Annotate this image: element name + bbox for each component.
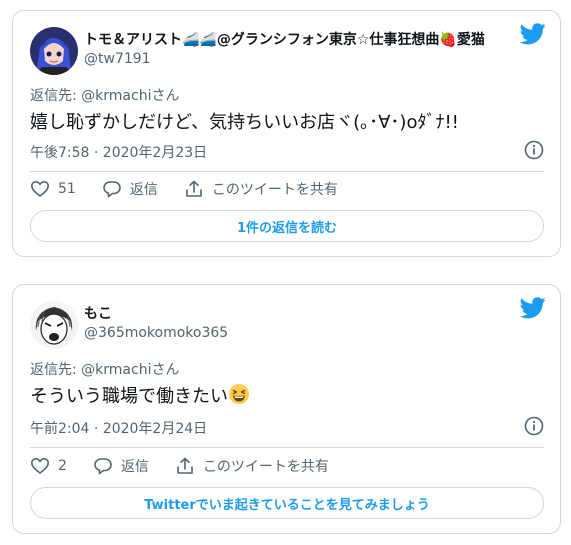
tweet-timestamp[interactable]: 午後7:58 · 2020年2月23日 <box>30 142 207 162</box>
reply-to-line: 返信先: @krmachiさん <box>30 85 179 105</box>
reply-mention-link[interactable]: @krmachiさん <box>81 362 179 378</box>
divider <box>30 171 544 172</box>
twitter-bird-icon[interactable] <box>519 23 546 45</box>
share-icon <box>186 180 202 197</box>
reply-label: 返信 <box>129 182 158 198</box>
info-icon[interactable] <box>524 416 544 436</box>
reply-prefix: 返信先: <box>30 362 82 378</box>
display-name[interactable]: もこ <box>84 303 112 323</box>
sketch-avatar-icon[interactable] <box>30 301 78 349</box>
twitter-bird-icon[interactable] <box>519 297 546 319</box>
tweet-text: そういう職場で働きたい <box>30 386 228 407</box>
heart-icon <box>30 457 50 475</box>
user-handle[interactable]: @365mokomoko365 <box>84 325 228 341</box>
reply-prefix: 返信先: <box>30 88 82 104</box>
reply-bubble-icon <box>103 181 121 198</box>
reply-mention-link[interactable]: @krmachiさん <box>81 88 179 104</box>
tweet-card[interactable]: もこ @365mokomoko365 返信先: @krmachiさん そういう職… <box>12 284 561 534</box>
user-handle[interactable]: @tw7191 <box>84 51 151 67</box>
share-button[interactable]: このツイートを共有 <box>175 456 329 476</box>
share-button[interactable]: このツイートを共有 <box>184 179 338 199</box>
divider <box>30 447 544 448</box>
info-icon[interactable] <box>524 140 544 160</box>
like-button[interactable]: 2 <box>30 456 67 476</box>
tweet-actions: 2 返信 このツイートを共有 <box>30 456 355 476</box>
share-label: このツイートを共有 <box>211 182 338 198</box>
see-whats-happening-button[interactable]: Twitterでいま起きていることを見てみましょう <box>30 487 544 519</box>
like-count: 51 <box>58 181 76 197</box>
tweet-text-line: そういう職場で働きたい <box>30 382 250 410</box>
share-icon <box>177 457 193 474</box>
heart-icon <box>30 180 50 198</box>
anime-avatar-icon[interactable] <box>30 27 78 75</box>
like-button[interactable]: 51 <box>30 179 76 199</box>
display-name[interactable]: トモ＆アリスト🚄🚄@グランシフォン東京☆仕事狂想曲🍓愛猫 <box>84 29 485 49</box>
tweet-card[interactable]: トモ＆アリスト🚄🚄@グランシフォン東京☆仕事狂想曲🍓愛猫 @tw7191 返信先… <box>12 10 561 257</box>
reply-button[interactable]: 返信 <box>93 456 149 476</box>
reply-to-line: 返信先: @krmachiさん <box>30 359 179 379</box>
reply-bubble-icon <box>94 458 112 475</box>
tweet-text: 嬉し恥ずかしだけど、気持ちいいお店ヾ(｡･∀･)oﾀﾞﾅ!! <box>30 112 459 133</box>
like-count: 2 <box>58 458 67 474</box>
tweet-actions: 51 返信 このツイートを共有 <box>30 179 364 199</box>
tweet-timestamp[interactable]: 午前2:04 · 2020年2月24日 <box>30 418 207 438</box>
reply-button[interactable]: 返信 <box>102 179 158 199</box>
read-replies-button[interactable]: 1件の返信を読む <box>30 210 544 242</box>
share-label: このツイートを共有 <box>202 459 329 475</box>
reply-label: 返信 <box>120 459 149 475</box>
grinning-squinting-face-icon <box>228 383 250 410</box>
